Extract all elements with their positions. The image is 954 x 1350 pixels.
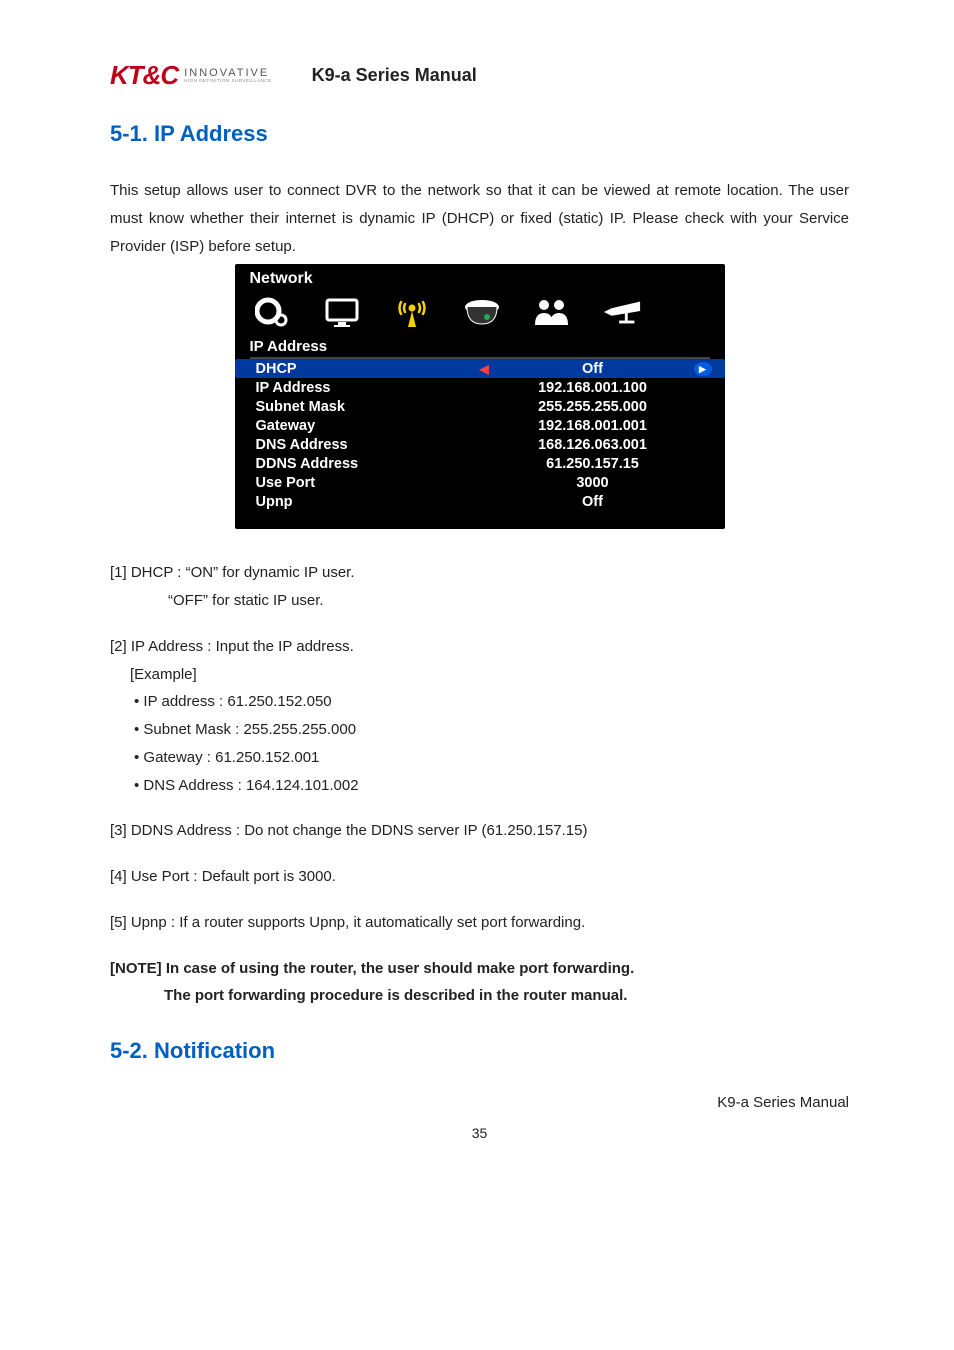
- logo-main-text: KT&C: [110, 60, 178, 91]
- ss-value: 61.250.157.15: [476, 456, 710, 472]
- logo-sub-line2: HIGH DEFINITION SURVEILLANCE: [184, 79, 271, 84]
- section-heading-5-1: 5-1. IP Address: [110, 121, 849, 147]
- note-bold-line2: The port forwarding procedure is describ…: [164, 982, 849, 1010]
- gear-icon[interactable]: [252, 294, 292, 330]
- page-number: 35: [110, 1125, 849, 1141]
- section-heading-5-2: 5-2. Notification: [110, 1038, 849, 1064]
- ss-label: Use Port: [256, 475, 476, 491]
- bullet-camera-icon[interactable]: [602, 294, 642, 330]
- dome-camera-icon[interactable]: [462, 294, 502, 330]
- ss-label: Upnp: [256, 494, 476, 510]
- note-bold-block: [NOTE] In case of using the router, the …: [110, 955, 849, 1011]
- users-icon[interactable]: [532, 294, 572, 330]
- ss-label: IP Address: [256, 380, 476, 396]
- page-header: KT&C INNOVATIVE HIGH DEFINITION SURVEILL…: [110, 60, 849, 91]
- note-2-subnet: • Subnet Mask : 255.255.255.000: [134, 716, 849, 744]
- ss-value: 168.126.063.001: [476, 437, 710, 453]
- ss-row-dns[interactable]: DNS Address 168.126.063.001: [250, 435, 710, 454]
- arrow-right-icon[interactable]: ▶: [694, 362, 712, 376]
- ss-section-label: IP Address: [250, 338, 710, 359]
- ss-row-port[interactable]: Use Port 3000: [250, 473, 710, 492]
- note-4: [4] Use Port : Default port is 3000.: [110, 863, 849, 891]
- ss-value: 3000: [476, 475, 710, 491]
- ss-label: Subnet Mask: [256, 399, 476, 415]
- ss-row-subnet[interactable]: Subnet Mask 255.255.255.000: [250, 397, 710, 416]
- logo-sub: INNOVATIVE HIGH DEFINITION SURVEILLANCE: [184, 68, 271, 84]
- ss-row-ipaddress[interactable]: IP Address 192.168.001.100: [250, 378, 710, 397]
- note-5: [5] Upnp : If a router supports Upnp, it…: [110, 909, 849, 937]
- ss-label: DHCP: [256, 361, 476, 377]
- brand-logo: KT&C INNOVATIVE HIGH DEFINITION SURVEILL…: [110, 60, 272, 91]
- note-2-gateway: • Gateway : 61.250.152.001: [134, 744, 849, 772]
- note-bold-line1: [NOTE] In case of using the router, the …: [110, 955, 849, 983]
- note-1-line2: “OFF” for static IP user.: [168, 587, 849, 615]
- ss-row-gateway[interactable]: Gateway 192.168.001.001: [250, 416, 710, 435]
- note-2-line1: [2] IP Address : Input the IP address.: [110, 633, 849, 661]
- arrow-left-icon[interactable]: ◀: [480, 362, 489, 376]
- note-2-example: [Example]: [130, 661, 849, 689]
- note-2-ip: • IP address : 61.250.152.050: [134, 688, 849, 716]
- footer-doc-title: K9-a Series Manual: [110, 1094, 849, 1111]
- ss-label: Gateway: [256, 418, 476, 434]
- ss-tab-icons: [250, 290, 710, 338]
- note-1-line1: [1] DHCP : “ON” for dynamic IP user.: [110, 559, 849, 587]
- ss-label: DDNS Address: [256, 456, 476, 472]
- ss-label: DNS Address: [256, 437, 476, 453]
- ss-value: Off: [476, 494, 710, 510]
- ss-value: 192.168.001.100: [476, 380, 710, 396]
- ss-value: ◀ Off ▶: [476, 361, 710, 377]
- notes-block: [1] DHCP : “ON” for dynamic IP user. “OF…: [110, 559, 849, 1010]
- note-2-dns: • DNS Address : 164.124.101.002: [134, 772, 849, 800]
- note-3: [3] DDNS Address : Do not change the DDN…: [110, 817, 849, 845]
- ss-row-ddns[interactable]: DDNS Address 61.250.157.15: [250, 454, 710, 473]
- ss-value: 192.168.001.001: [476, 418, 710, 434]
- ss-row-dhcp[interactable]: DHCP ◀ Off ▶: [235, 359, 725, 378]
- antenna-icon[interactable]: [392, 294, 432, 330]
- dvr-network-screenshot: Network IP Address DHCP: [235, 264, 725, 529]
- document-title: K9-a Series Manual: [312, 65, 477, 86]
- intro-paragraph: This setup allows user to connect DVR to…: [110, 177, 849, 260]
- ss-window-title: Network: [250, 270, 710, 288]
- monitor-icon[interactable]: [322, 294, 362, 330]
- ss-row-upnp[interactable]: Upnp Off: [250, 492, 710, 511]
- ss-value: 255.255.255.000: [476, 399, 710, 415]
